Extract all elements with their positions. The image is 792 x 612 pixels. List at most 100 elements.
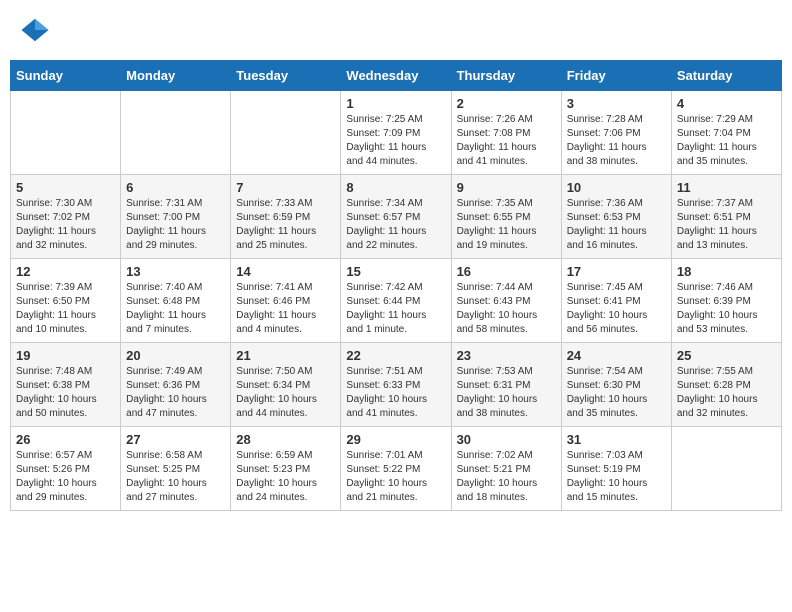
day-info: Sunrise: 7:50 AM Sunset: 6:34 PM Dayligh… xyxy=(236,365,335,421)
calendar-table: Sunday Monday Tuesday Wednesday Thursday… xyxy=(10,60,782,511)
day-info: Sunrise: 7:39 AM Sunset: 6:50 PM Dayligh… xyxy=(16,281,115,337)
table-row: 15 Sunrise: 7:42 AM Sunset: 6:44 PM Dayli… xyxy=(341,259,451,343)
table-row: 9 Sunrise: 7:35 AM Sunset: 6:55 PM Daylig… xyxy=(451,175,561,259)
weekday-friday: Friday xyxy=(561,61,671,91)
table-row: 22 Sunrise: 7:51 AM Sunset: 6:33 PM Dayli… xyxy=(341,343,451,427)
day-info: Sunrise: 7:36 AM Sunset: 6:53 PM Dayligh… xyxy=(567,197,666,253)
table-row: 29 Sunrise: 7:01 AM Sunset: 5:22 PM Dayli… xyxy=(341,427,451,511)
day-number: 27 xyxy=(126,432,225,447)
day-number: 20 xyxy=(126,348,225,363)
weekday-wednesday: Wednesday xyxy=(341,61,451,91)
day-number: 3 xyxy=(567,96,666,111)
day-number: 24 xyxy=(567,348,666,363)
day-info: Sunrise: 7:01 AM Sunset: 5:22 PM Dayligh… xyxy=(346,449,445,505)
day-info: Sunrise: 7:03 AM Sunset: 5:19 PM Dayligh… xyxy=(567,449,666,505)
day-info: Sunrise: 7:44 AM Sunset: 6:43 PM Dayligh… xyxy=(457,281,556,337)
table-row: 5 Sunrise: 7:30 AM Sunset: 7:02 PM Daylig… xyxy=(11,175,121,259)
day-info: Sunrise: 7:55 AM Sunset: 6:28 PM Dayligh… xyxy=(677,365,776,421)
day-number: 12 xyxy=(16,264,115,279)
day-info: Sunrise: 6:59 AM Sunset: 5:23 PM Dayligh… xyxy=(236,449,335,505)
day-info: Sunrise: 7:46 AM Sunset: 6:39 PM Dayligh… xyxy=(677,281,776,337)
table-row: 23 Sunrise: 7:53 AM Sunset: 6:31 PM Dayli… xyxy=(451,343,561,427)
page-header xyxy=(10,10,782,50)
day-info: Sunrise: 7:37 AM Sunset: 6:51 PM Dayligh… xyxy=(677,197,776,253)
day-info: Sunrise: 7:42 AM Sunset: 6:44 PM Dayligh… xyxy=(346,281,445,337)
day-info: Sunrise: 7:41 AM Sunset: 6:46 PM Dayligh… xyxy=(236,281,335,337)
table-row: 19 Sunrise: 7:48 AM Sunset: 6:38 PM Dayli… xyxy=(11,343,121,427)
day-info: Sunrise: 7:35 AM Sunset: 6:55 PM Dayligh… xyxy=(457,197,556,253)
table-row: 7 Sunrise: 7:33 AM Sunset: 6:59 PM Daylig… xyxy=(231,175,341,259)
table-row: 4 Sunrise: 7:29 AM Sunset: 7:04 PM Daylig… xyxy=(671,91,781,175)
day-info: Sunrise: 7:25 AM Sunset: 7:09 PM Dayligh… xyxy=(346,113,445,169)
day-number: 5 xyxy=(16,180,115,195)
table-row: 12 Sunrise: 7:39 AM Sunset: 6:50 PM Dayli… xyxy=(11,259,121,343)
table-row: 17 Sunrise: 7:45 AM Sunset: 6:41 PM Dayli… xyxy=(561,259,671,343)
logo-icon xyxy=(20,15,50,45)
day-number: 29 xyxy=(346,432,445,447)
day-info: Sunrise: 7:26 AM Sunset: 7:08 PM Dayligh… xyxy=(457,113,556,169)
table-row: 30 Sunrise: 7:02 AM Sunset: 5:21 PM Dayli… xyxy=(451,427,561,511)
table-row: 18 Sunrise: 7:46 AM Sunset: 6:39 PM Dayli… xyxy=(671,259,781,343)
day-number: 22 xyxy=(346,348,445,363)
day-number: 14 xyxy=(236,264,335,279)
day-number: 11 xyxy=(677,180,776,195)
day-info: Sunrise: 6:58 AM Sunset: 5:25 PM Dayligh… xyxy=(126,449,225,505)
day-number: 25 xyxy=(677,348,776,363)
logo xyxy=(20,15,54,45)
day-info: Sunrise: 7:48 AM Sunset: 6:38 PM Dayligh… xyxy=(16,365,115,421)
day-number: 18 xyxy=(677,264,776,279)
calendar-body: 1 Sunrise: 7:25 AM Sunset: 7:09 PM Daylig… xyxy=(11,91,782,511)
day-info: Sunrise: 7:34 AM Sunset: 6:57 PM Dayligh… xyxy=(346,197,445,253)
day-info: Sunrise: 7:29 AM Sunset: 7:04 PM Dayligh… xyxy=(677,113,776,169)
day-number: 31 xyxy=(567,432,666,447)
table-row: 13 Sunrise: 7:40 AM Sunset: 6:48 PM Dayli… xyxy=(121,259,231,343)
weekday-sunday: Sunday xyxy=(11,61,121,91)
table-row xyxy=(671,427,781,511)
day-info: Sunrise: 7:51 AM Sunset: 6:33 PM Dayligh… xyxy=(346,365,445,421)
day-info: Sunrise: 7:30 AM Sunset: 7:02 PM Dayligh… xyxy=(16,197,115,253)
table-row: 2Sunrise: 7:26 AM Sunset: 7:08 PM Daylig… xyxy=(451,91,561,175)
day-number: 16 xyxy=(457,264,556,279)
day-number: 1 xyxy=(346,96,445,111)
table-row: 21 Sunrise: 7:50 AM Sunset: 6:34 PM Dayli… xyxy=(231,343,341,427)
day-info: Sunrise: 7:33 AM Sunset: 6:59 PM Dayligh… xyxy=(236,197,335,253)
day-number: 8 xyxy=(346,180,445,195)
table-row: 27 Sunrise: 6:58 AM Sunset: 5:25 PM Dayli… xyxy=(121,427,231,511)
table-row: 11 Sunrise: 7:37 AM Sunset: 6:51 PM Dayli… xyxy=(671,175,781,259)
day-number: 21 xyxy=(236,348,335,363)
weekday-tuesday: Tuesday xyxy=(231,61,341,91)
day-number: 13 xyxy=(126,264,225,279)
table-row: 25 Sunrise: 7:55 AM Sunset: 6:28 PM Dayli… xyxy=(671,343,781,427)
day-info: Sunrise: 7:28 AM Sunset: 7:06 PM Dayligh… xyxy=(567,113,666,169)
day-number: 6 xyxy=(126,180,225,195)
table-row xyxy=(11,91,121,175)
table-row: 20Sunrise: 7:49 AM Sunset: 6:36 PM Dayli… xyxy=(121,343,231,427)
table-row: 28Sunrise: 6:59 AM Sunset: 5:23 PM Dayli… xyxy=(231,427,341,511)
day-number: 15 xyxy=(346,264,445,279)
day-number: 30 xyxy=(457,432,556,447)
table-row: 31 Sunrise: 7:03 AM Sunset: 5:19 PM Dayli… xyxy=(561,427,671,511)
day-number: 19 xyxy=(16,348,115,363)
table-row xyxy=(231,91,341,175)
day-number: 23 xyxy=(457,348,556,363)
day-number: 9 xyxy=(457,180,556,195)
table-row: 24 Sunrise: 7:54 AM Sunset: 6:30 PM Dayli… xyxy=(561,343,671,427)
day-info: Sunrise: 7:45 AM Sunset: 6:41 PM Dayligh… xyxy=(567,281,666,337)
weekday-saturday: Saturday xyxy=(671,61,781,91)
day-info: Sunrise: 7:54 AM Sunset: 6:30 PM Dayligh… xyxy=(567,365,666,421)
day-number: 17 xyxy=(567,264,666,279)
table-row: 26Sunrise: 6:57 AM Sunset: 5:26 PM Dayli… xyxy=(11,427,121,511)
weekday-monday: Monday xyxy=(121,61,231,91)
calendar-header: Sunday Monday Tuesday Wednesday Thursday… xyxy=(11,61,782,91)
day-number: 7 xyxy=(236,180,335,195)
day-info: Sunrise: 6:57 AM Sunset: 5:26 PM Dayligh… xyxy=(16,449,115,505)
table-row: 16 Sunrise: 7:44 AM Sunset: 6:43 PM Dayli… xyxy=(451,259,561,343)
day-info: Sunrise: 7:53 AM Sunset: 6:31 PM Dayligh… xyxy=(457,365,556,421)
day-number: 4 xyxy=(677,96,776,111)
table-row: 8 Sunrise: 7:34 AM Sunset: 6:57 PM Daylig… xyxy=(341,175,451,259)
day-number: 10 xyxy=(567,180,666,195)
table-row: 6 Sunrise: 7:31 AM Sunset: 7:00 PM Daylig… xyxy=(121,175,231,259)
day-info: Sunrise: 7:40 AM Sunset: 6:48 PM Dayligh… xyxy=(126,281,225,337)
day-info: Sunrise: 7:02 AM Sunset: 5:21 PM Dayligh… xyxy=(457,449,556,505)
day-info: Sunrise: 7:31 AM Sunset: 7:00 PM Dayligh… xyxy=(126,197,225,253)
